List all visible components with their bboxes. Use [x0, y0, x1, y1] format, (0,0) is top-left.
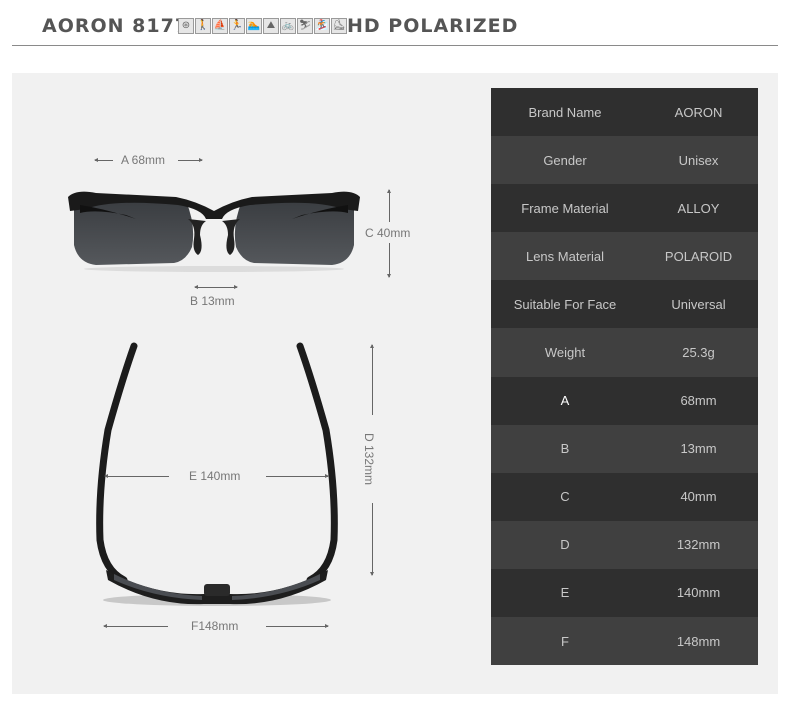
- dimension-c-arrow-top: [387, 189, 391, 222]
- spec-row-b: B 13mm: [491, 424, 758, 473]
- spec-row-weight: Weight 25.3g: [491, 328, 758, 377]
- spec-row-gender: Gender Unisex: [491, 136, 758, 185]
- spec-key: D: [560, 537, 570, 553]
- spec-row-e: E 140mm: [491, 568, 758, 618]
- dimension-e-label: E 140mm: [189, 469, 241, 483]
- spec-row-c: C 40mm: [491, 472, 758, 521]
- spec-key: C: [560, 489, 570, 505]
- dimension-a-arrow-left: [94, 158, 113, 162]
- spec-key: Lens Material: [525, 248, 605, 264]
- dimension-e-arrow-left: [104, 474, 169, 478]
- tagline: HD POLARIZED: [347, 15, 519, 37]
- spec-row-lens-material: Lens Material POLAROID: [491, 232, 758, 281]
- dimension-b-arrow: [194, 285, 238, 289]
- walking-icon: 🚶: [195, 18, 211, 34]
- dimension-c-label: C 40mm: [365, 226, 411, 240]
- dimension-d-label: D 132mm: [362, 432, 377, 486]
- skating-icon: ⛸: [331, 18, 347, 34]
- spec-value: 132mm: [676, 537, 721, 553]
- spec-value: 140mm: [676, 585, 721, 601]
- skiing-icon: ⛷: [297, 18, 313, 34]
- header-divider: [12, 45, 778, 46]
- dimension-c-arrow-bottom: [387, 243, 391, 278]
- spec-row-f: F 148mm: [491, 617, 758, 666]
- dimension-d-arrow-top: [370, 344, 374, 415]
- header: AORON 8177 ⊛ 🚶 ⛵ 🏃 🏊 ⛰ 🚲 ⛷ 🏂 ⛸ HD POLARI…: [0, 0, 790, 46]
- spec-row-d: D 132mm: [491, 520, 758, 569]
- spec-value: 13mm: [680, 441, 717, 457]
- dimension-f-label: F148mm: [191, 619, 239, 633]
- spec-key: B: [560, 441, 570, 457]
- spec-key: F: [561, 633, 569, 649]
- spec-value: Universal: [671, 296, 726, 312]
- cycling-icon: 🚲: [280, 18, 296, 34]
- spec-row-a: A 68mm: [491, 376, 758, 425]
- spec-key: Brand Name: [528, 104, 602, 120]
- sunglasses-front-view: [68, 191, 360, 272]
- spec-row-brand-name: Brand Name AORON: [491, 88, 758, 137]
- spec-row-frame-material: Frame Material ALLOY: [491, 184, 758, 233]
- spec-key: Suitable For Face: [513, 296, 617, 312]
- spec-value: ALLOY: [677, 200, 720, 216]
- dimension-f-arrow-left: [103, 624, 168, 628]
- model-title: AORON 8177: [42, 15, 190, 37]
- dimension-b-label: B 13mm: [190, 294, 235, 308]
- dimension-d-arrow-bottom: [370, 503, 374, 576]
- snowboarding-icon: 🏂: [314, 18, 330, 34]
- driving-icon: ⊛: [178, 18, 194, 34]
- spec-key: E: [560, 585, 570, 601]
- spec-value: 25.3g: [682, 345, 715, 361]
- spec-table: Brand Name AORON Gender Unisex Frame Mat…: [491, 88, 758, 666]
- running-icon: 🏃: [229, 18, 245, 34]
- spec-key: Weight: [544, 345, 586, 361]
- dimension-e-arrow-right: [266, 474, 329, 478]
- dimension-a-arrow-right: [178, 158, 203, 162]
- spec-key: Gender: [543, 152, 587, 168]
- spec-value: Unisex: [678, 152, 719, 168]
- fishing-icon: ⛵: [212, 18, 228, 34]
- spec-value: AORON: [674, 104, 723, 120]
- spec-value: POLAROID: [664, 248, 733, 264]
- spec-key: A: [560, 393, 570, 409]
- spec-key: Frame Material: [521, 200, 609, 216]
- climbing-icon: ⛰: [263, 18, 279, 34]
- spec-value: 68mm: [680, 393, 717, 409]
- spec-value: 40mm: [680, 489, 717, 505]
- dimension-a-label: A 68mm: [121, 153, 166, 167]
- spec-value: 148mm: [676, 633, 721, 649]
- spec-row-suitable-for-face: Suitable For Face Universal: [491, 280, 758, 329]
- swimming-icon: 🏊: [246, 18, 262, 34]
- sport-icons: ⊛ 🚶 ⛵ 🏃 🏊 ⛰ 🚲 ⛷ 🏂 ⛸: [178, 18, 347, 34]
- dimension-f-arrow-right: [266, 624, 329, 628]
